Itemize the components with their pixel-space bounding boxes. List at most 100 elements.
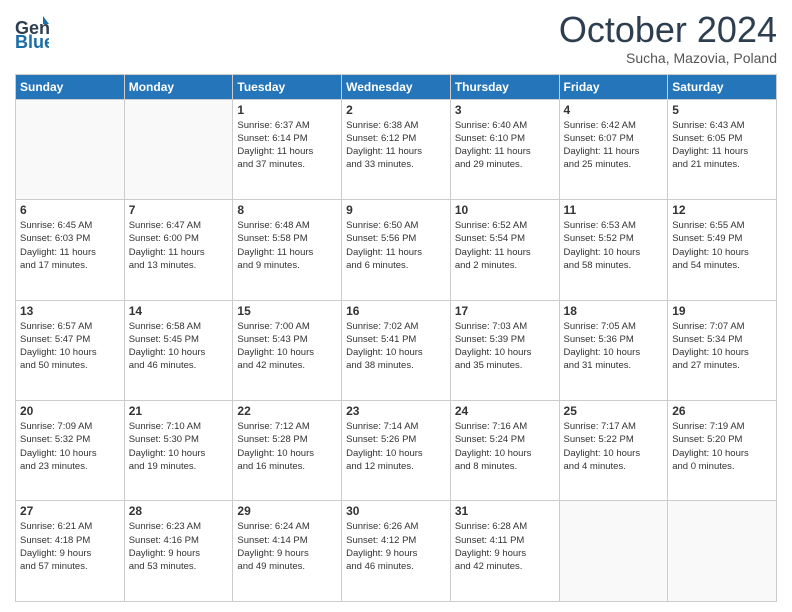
calendar-cell: 9Sunrise: 6:50 AM Sunset: 5:56 PM Daylig…: [342, 200, 451, 300]
calendar-cell: [559, 501, 668, 602]
calendar-header-row: SundayMondayTuesdayWednesdayThursdayFrid…: [16, 74, 777, 99]
calendar-cell: 16 Sunrise: 7:02 AM Sunset: 5:41 PM Dayli…: [342, 300, 451, 400]
calendar-cell: 31 Sunrise: 6:28 AM Sunset: 4:11 PM Dayli…: [450, 501, 559, 602]
calendar-cell: 26Sunrise: 7:19 AM Sunset: 5:20 PM Dayli…: [668, 401, 777, 501]
calendar-cell: 10 Sunrise: 6:52 AM Sunset: 5:54 PM Dayli…: [450, 200, 559, 300]
week-row-3: 13 Sunrise: 6:57 AM Sunset: 5:47 PM Dayli…: [16, 300, 777, 400]
day-number: 10: [455, 203, 555, 217]
day-info: Sunrise: 6:48 AM Sunset: 5:58 PM Dayligh…: [237, 219, 337, 272]
day-info: Sunrise: 6:37 AM Sunset: 6:14 PM Dayligh…: [237, 119, 337, 172]
day-info: Sunrise: 7:19 AM Sunset: 5:20 PM Dayligh…: [672, 420, 772, 473]
day-number: 20: [20, 404, 120, 418]
day-info: Sunrise: 7:16 AM Sunset: 5:24 PM Dayligh…: [455, 420, 555, 473]
day-number: 7: [129, 203, 229, 217]
title-block: October 2024 Sucha, Mazovia, Poland: [559, 10, 777, 66]
calendar-cell: [124, 99, 233, 199]
day-number: 31: [455, 504, 555, 518]
calendar-cell: 28 Sunrise: 6:23 AM Sunset: 4:16 PM Dayli…: [124, 501, 233, 602]
day-number: 27: [20, 504, 120, 518]
col-header-monday: Monday: [124, 74, 233, 99]
day-number: 13: [20, 304, 120, 318]
calendar-cell: 13 Sunrise: 6:57 AM Sunset: 5:47 PM Dayli…: [16, 300, 125, 400]
day-number: 24: [455, 404, 555, 418]
day-info: Sunrise: 7:09 AM Sunset: 5:32 PM Dayligh…: [20, 420, 120, 473]
day-number: 23: [346, 404, 446, 418]
calendar-cell: 24 Sunrise: 7:16 AM Sunset: 5:24 PM Dayli…: [450, 401, 559, 501]
day-info: Sunrise: 6:45 AM Sunset: 6:03 PM Dayligh…: [20, 219, 120, 272]
logo-icon: General Blue: [15, 14, 49, 52]
calendar-cell: 15Sunrise: 7:00 AM Sunset: 5:43 PM Dayli…: [233, 300, 342, 400]
week-row-1: 1 Sunrise: 6:37 AM Sunset: 6:14 PM Daylig…: [16, 99, 777, 199]
logo: General Blue: [15, 14, 49, 52]
week-row-2: 6 Sunrise: 6:45 AM Sunset: 6:03 PM Daylig…: [16, 200, 777, 300]
day-number: 2: [346, 103, 446, 117]
month-title: October 2024: [559, 10, 777, 50]
day-info: Sunrise: 7:07 AM Sunset: 5:34 PM Dayligh…: [672, 320, 772, 373]
day-info: Sunrise: 6:23 AM Sunset: 4:16 PM Dayligh…: [129, 520, 229, 573]
day-number: 12: [672, 203, 772, 217]
calendar-cell: 6 Sunrise: 6:45 AM Sunset: 6:03 PM Daylig…: [16, 200, 125, 300]
day-number: 3: [455, 103, 555, 117]
calendar-cell: 7Sunrise: 6:47 AM Sunset: 6:00 PM Daylig…: [124, 200, 233, 300]
calendar-cell: 11 Sunrise: 6:53 AM Sunset: 5:52 PM Dayli…: [559, 200, 668, 300]
col-header-thursday: Thursday: [450, 74, 559, 99]
calendar-cell: 17Sunrise: 7:03 AM Sunset: 5:39 PM Dayli…: [450, 300, 559, 400]
calendar-cell: 19 Sunrise: 7:07 AM Sunset: 5:34 PM Dayli…: [668, 300, 777, 400]
calendar-cell: 18 Sunrise: 7:05 AM Sunset: 5:36 PM Dayli…: [559, 300, 668, 400]
day-number: 4: [564, 103, 664, 117]
day-number: 16: [346, 304, 446, 318]
day-number: 5: [672, 103, 772, 117]
calendar-cell: [16, 99, 125, 199]
calendar-cell: 2 Sunrise: 6:38 AM Sunset: 6:12 PM Daylig…: [342, 99, 451, 199]
day-number: 25: [564, 404, 664, 418]
calendar-cell: 22 Sunrise: 7:12 AM Sunset: 5:28 PM Dayli…: [233, 401, 342, 501]
day-info: Sunrise: 6:53 AM Sunset: 5:52 PM Dayligh…: [564, 219, 664, 272]
calendar-cell: [668, 501, 777, 602]
calendar-cell: 1 Sunrise: 6:37 AM Sunset: 6:14 PM Daylig…: [233, 99, 342, 199]
day-number: 28: [129, 504, 229, 518]
week-row-5: 27 Sunrise: 6:21 AM Sunset: 4:18 PM Dayli…: [16, 501, 777, 602]
calendar-cell: 30 Sunrise: 6:26 AM Sunset: 4:12 PM Dayli…: [342, 501, 451, 602]
day-number: 30: [346, 504, 446, 518]
day-number: 18: [564, 304, 664, 318]
day-info: Sunrise: 6:52 AM Sunset: 5:54 PM Dayligh…: [455, 219, 555, 272]
calendar-cell: 5Sunrise: 6:43 AM Sunset: 6:05 PM Daylig…: [668, 99, 777, 199]
calendar-cell: 23 Sunrise: 7:14 AM Sunset: 5:26 PM Dayli…: [342, 401, 451, 501]
day-info: Sunrise: 6:28 AM Sunset: 4:11 PM Dayligh…: [455, 520, 555, 573]
day-info: Sunrise: 7:14 AM Sunset: 5:26 PM Dayligh…: [346, 420, 446, 473]
calendar-cell: 25Sunrise: 7:17 AM Sunset: 5:22 PM Dayli…: [559, 401, 668, 501]
calendar-cell: 3Sunrise: 6:40 AM Sunset: 6:10 PM Daylig…: [450, 99, 559, 199]
page-header: General Blue October 2024 Sucha, Mazovia…: [15, 10, 777, 66]
day-info: Sunrise: 6:38 AM Sunset: 6:12 PM Dayligh…: [346, 119, 446, 172]
day-info: Sunrise: 6:24 AM Sunset: 4:14 PM Dayligh…: [237, 520, 337, 573]
col-header-saturday: Saturday: [668, 74, 777, 99]
day-number: 9: [346, 203, 446, 217]
day-info: Sunrise: 6:42 AM Sunset: 6:07 PM Dayligh…: [564, 119, 664, 172]
day-info: Sunrise: 6:26 AM Sunset: 4:12 PM Dayligh…: [346, 520, 446, 573]
day-info: Sunrise: 7:03 AM Sunset: 5:39 PM Dayligh…: [455, 320, 555, 373]
week-row-4: 20 Sunrise: 7:09 AM Sunset: 5:32 PM Dayli…: [16, 401, 777, 501]
day-number: 11: [564, 203, 664, 217]
day-info: Sunrise: 7:02 AM Sunset: 5:41 PM Dayligh…: [346, 320, 446, 373]
day-number: 15: [237, 304, 337, 318]
col-header-tuesday: Tuesday: [233, 74, 342, 99]
day-number: 1: [237, 103, 337, 117]
day-number: 19: [672, 304, 772, 318]
col-header-friday: Friday: [559, 74, 668, 99]
day-info: Sunrise: 6:58 AM Sunset: 5:45 PM Dayligh…: [129, 320, 229, 373]
day-info: Sunrise: 7:12 AM Sunset: 5:28 PM Dayligh…: [237, 420, 337, 473]
col-header-sunday: Sunday: [16, 74, 125, 99]
svg-text:Blue: Blue: [15, 32, 49, 52]
calendar-cell: 12 Sunrise: 6:55 AM Sunset: 5:49 PM Dayli…: [668, 200, 777, 300]
day-number: 22: [237, 404, 337, 418]
calendar-cell: 20 Sunrise: 7:09 AM Sunset: 5:32 PM Dayli…: [16, 401, 125, 501]
day-number: 6: [20, 203, 120, 217]
calendar-cell: 29Sunrise: 6:24 AM Sunset: 4:14 PM Dayli…: [233, 501, 342, 602]
day-info: Sunrise: 6:21 AM Sunset: 4:18 PM Dayligh…: [20, 520, 120, 573]
col-header-wednesday: Wednesday: [342, 74, 451, 99]
day-info: Sunrise: 6:57 AM Sunset: 5:47 PM Dayligh…: [20, 320, 120, 373]
calendar-cell: 27 Sunrise: 6:21 AM Sunset: 4:18 PM Dayli…: [16, 501, 125, 602]
day-number: 8: [237, 203, 337, 217]
day-info: Sunrise: 7:05 AM Sunset: 5:36 PM Dayligh…: [564, 320, 664, 373]
day-info: Sunrise: 6:55 AM Sunset: 5:49 PM Dayligh…: [672, 219, 772, 272]
